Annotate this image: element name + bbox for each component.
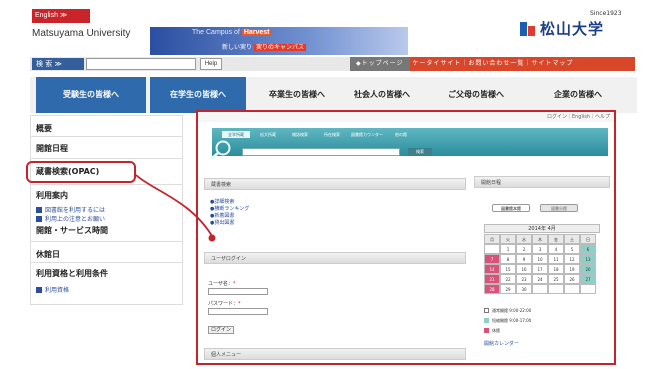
page: English ≫ Matsuyama University The Campu… <box>0 0 657 369</box>
callout-connector <box>135 174 216 242</box>
